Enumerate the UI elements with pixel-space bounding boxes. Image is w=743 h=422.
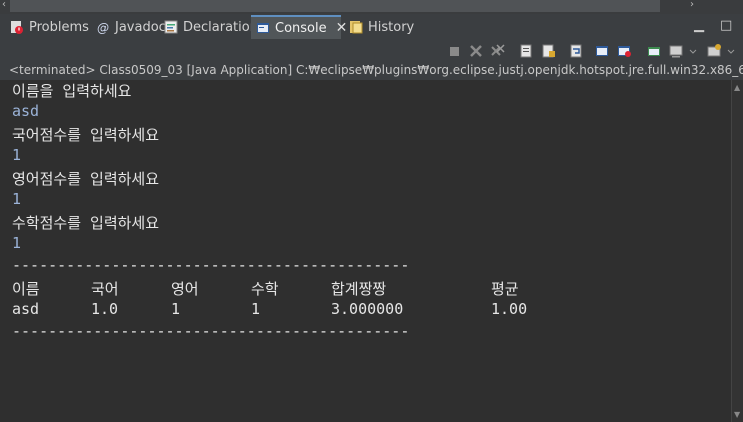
separator-line: ----------------------------------------… xyxy=(12,256,410,274)
console-icon xyxy=(256,21,270,35)
terminate-icon[interactable] xyxy=(446,43,462,59)
tab-javadoc[interactable]: @ Javadoc xyxy=(96,15,166,39)
tab-declaration[interactable]: Declaration xyxy=(164,15,258,39)
table-header-math: 수학 xyxy=(251,280,279,298)
console-line: 영어점수를 입력하세요 xyxy=(12,170,160,188)
show-on-error-icon[interactable] xyxy=(616,43,632,59)
table-cell: asd xyxy=(12,300,40,318)
status-text: <terminated> Class0509_03 [Java Applicat… xyxy=(9,63,743,77)
open-console-icon[interactable] xyxy=(706,43,722,59)
chevron-down-icon[interactable] xyxy=(688,43,698,59)
vertical-scrollbar[interactable]: ▲ ▼ xyxy=(731,80,743,422)
word-wrap-icon[interactable] xyxy=(568,43,584,59)
minimize-icon[interactable]: ▁ xyxy=(694,18,704,33)
console-output[interactable]: 이름을 입력하세요 asd 국어점수를 입력하세요 1 영어점수를 입력하세요 … xyxy=(0,80,731,422)
scroll-down-icon[interactable]: ▼ xyxy=(734,410,740,419)
table-header-average: 평균 xyxy=(491,280,519,298)
tab-label: Declaration xyxy=(183,19,258,35)
horizontal-scrollbar[interactable] xyxy=(10,0,660,12)
console-input-line: asd xyxy=(12,102,40,120)
maximize-icon[interactable]: □ xyxy=(720,18,732,33)
show-on-output-icon[interactable] xyxy=(594,43,610,59)
console-line: 이름을 입력하세요 xyxy=(12,82,132,100)
javadoc-icon: @ xyxy=(96,20,110,35)
table-cell: 1 xyxy=(251,300,261,318)
chevron-down-icon[interactable] xyxy=(726,43,736,59)
scroll-right-arrow-icon[interactable]: › xyxy=(690,0,694,10)
table-cell: 1 xyxy=(171,300,181,318)
tab-label: Problems xyxy=(29,19,89,35)
tab-history[interactable]: History xyxy=(349,15,414,39)
tab-problems[interactable]: Problems xyxy=(10,15,89,39)
clear-console-icon[interactable] xyxy=(518,43,534,59)
svg-text:@: @ xyxy=(97,21,109,34)
display-console-icon[interactable] xyxy=(668,43,684,59)
table-cell: 3.000000 xyxy=(331,300,404,318)
table-cell: 1.0 xyxy=(91,300,119,318)
scroll-left-arrow-icon[interactable]: ‹ xyxy=(2,0,6,10)
tab-label: Javadoc xyxy=(115,19,166,35)
console-input-line: 1 xyxy=(12,190,22,208)
table-cell: 1.00 xyxy=(491,300,528,318)
table-header-korean: 국어 xyxy=(91,280,119,298)
history-icon xyxy=(349,20,363,34)
pin-console-icon[interactable] xyxy=(646,43,662,59)
scroll-lock-icon[interactable] xyxy=(540,43,556,59)
table-header-english: 영어 xyxy=(171,280,199,298)
tab-console[interactable]: Console ✕ xyxy=(251,15,347,39)
editor-scroll-strip: ‹ › xyxy=(0,0,743,14)
remove-launch-icon[interactable] xyxy=(468,43,484,59)
console-input-line: 1 xyxy=(12,146,22,164)
console-input-line: 1 xyxy=(12,234,22,252)
view-tab-bar: Problems @ Javadoc Declaration Console ✕… xyxy=(0,14,743,40)
table-header-name: 이름 xyxy=(12,280,40,298)
console-toolbar xyxy=(0,40,743,62)
tab-label: Console xyxy=(275,20,327,36)
tab-label: History xyxy=(368,19,415,35)
problems-icon xyxy=(10,20,24,34)
remove-all-terminated-icon[interactable] xyxy=(490,43,506,59)
launch-status-line: <terminated> Class0509_03 [Java Applicat… xyxy=(0,62,743,81)
scroll-up-icon[interactable]: ▲ xyxy=(734,83,740,92)
close-icon[interactable]: ✕ xyxy=(336,20,348,36)
declaration-icon xyxy=(164,20,178,34)
table-header-total: 합계짱짱 xyxy=(331,280,387,298)
console-line: 국어점수를 입력하세요 xyxy=(12,126,160,144)
separator-line: ----------------------------------------… xyxy=(12,322,410,340)
console-line: 수학점수를 입력하세요 xyxy=(12,214,160,232)
